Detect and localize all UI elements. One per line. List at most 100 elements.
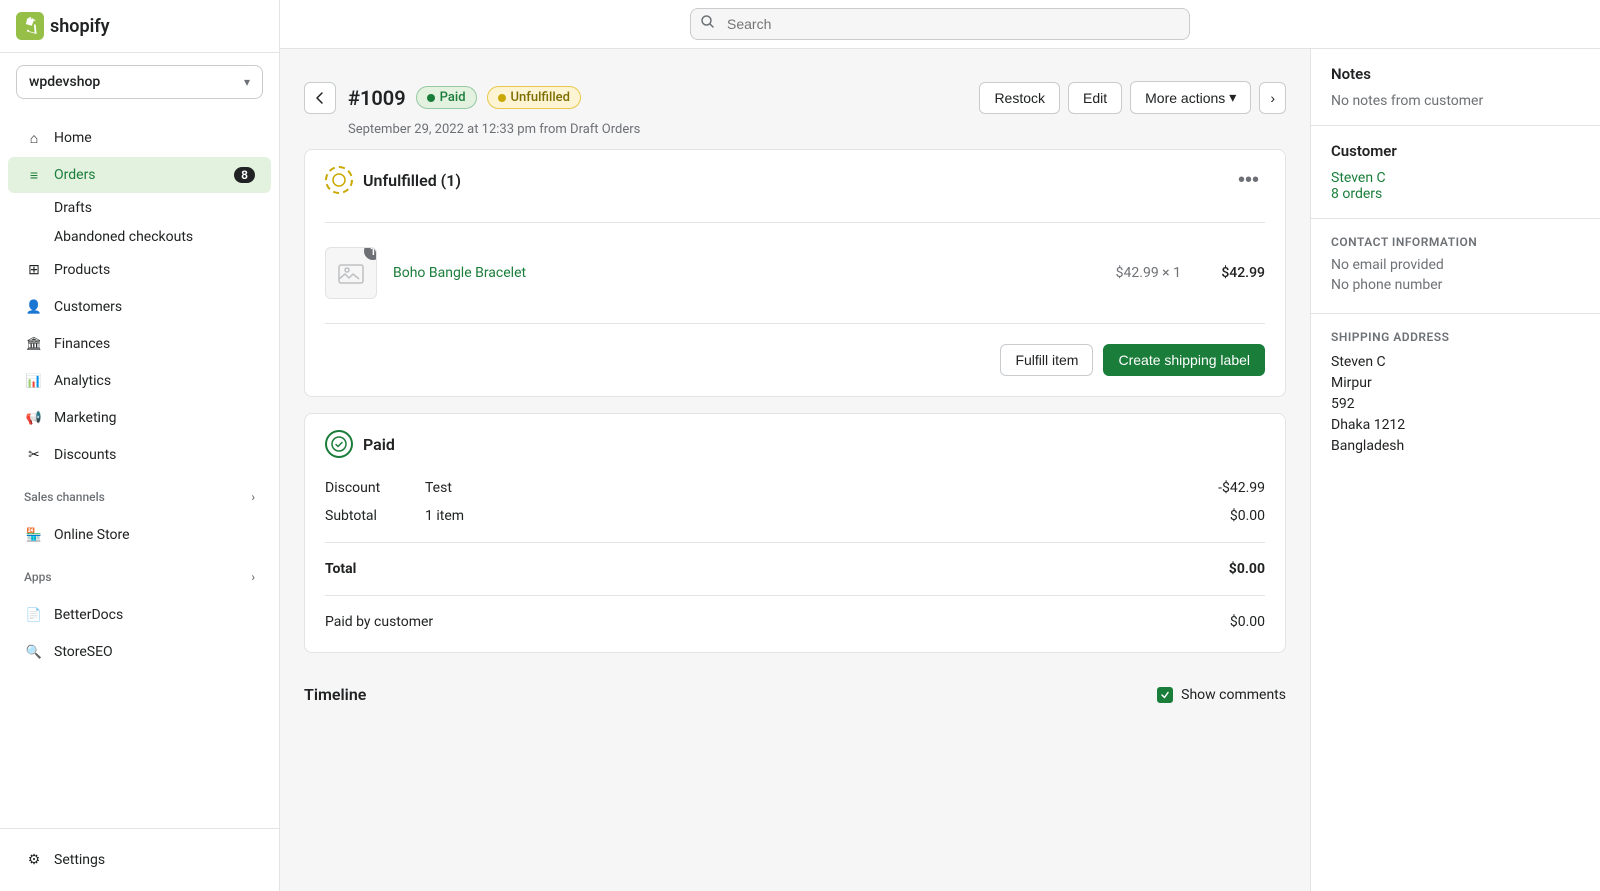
sidebar-item-label-online-store: Online Store — [54, 527, 255, 543]
show-comments-checkbox[interactable] — [1157, 687, 1173, 703]
unfulfilled-badge-label: Unfulfilled — [511, 90, 570, 105]
customer-section: Customer Steven C 8 orders — [1311, 126, 1600, 219]
payment-title-group: Paid — [325, 430, 395, 458]
paid-check-icon — [325, 430, 353, 458]
product-price-total: $42.99 — [1205, 265, 1265, 281]
store-selector[interactable]: wpdevshop ▾ — [16, 65, 263, 99]
shipping-street: Mirpur — [1331, 373, 1580, 394]
discount-row: Discount Test -$42.99 — [325, 474, 1265, 502]
sidebar-item-label-customers: Customers — [54, 299, 255, 315]
sidebar-item-orders[interactable]: Orders 8 — [8, 157, 271, 193]
sidebar-item-finances[interactable]: Finances — [8, 326, 271, 362]
more-actions-chevron-icon: ▾ — [1229, 89, 1236, 106]
divider-2 — [325, 323, 1265, 324]
subtotal-row: Subtotal 1 item $0.00 — [325, 502, 1265, 530]
more-actions-label: More actions — [1145, 90, 1225, 106]
shopify-logo-icon — [16, 12, 44, 40]
shipping-address-block: Steven C Mirpur 592 Dhaka 1212 Banglades… — [1331, 352, 1580, 457]
sidebar-item-home[interactable]: Home — [8, 120, 271, 156]
sales-channels-expand-icon[interactable]: › — [251, 490, 255, 504]
fulfillment-action-row: Fulfill item Create shipping label — [325, 336, 1265, 380]
total-amount: $0.00 — [1185, 561, 1265, 577]
sidebar-item-online-store[interactable]: Online Store — [8, 517, 271, 553]
shipping-country: Bangladesh — [1331, 436, 1580, 457]
discount-desc: Test — [425, 480, 1185, 496]
sidebar-item-customers[interactable]: Customers — [8, 289, 271, 325]
timeline-title: Timeline — [304, 685, 366, 704]
search-bar-container — [690, 8, 1190, 40]
timeline-controls: Show comments — [1157, 687, 1286, 703]
sidebar-item-abandoned-checkouts[interactable]: Abandoned checkouts — [8, 223, 271, 251]
sidebar-item-label-home: Home — [54, 130, 255, 146]
notes-title: Notes — [1331, 65, 1580, 83]
sales-channels-label: Sales channels — [24, 490, 105, 504]
back-button[interactable] — [304, 82, 336, 114]
customer-orders-link[interactable]: 8 orders — [1331, 186, 1580, 202]
sidebar-item-drafts[interactable]: Drafts — [8, 194, 271, 222]
paid-badge-dot — [427, 94, 435, 102]
contact-phone: No phone number — [1331, 277, 1580, 293]
subtotal-label: Subtotal — [325, 508, 425, 524]
shipping-section: SHIPPING ADDRESS Steven C Mirpur 592 Dha… — [1311, 314, 1600, 473]
payment-card-title: Paid — [363, 435, 395, 454]
total-label: Total — [325, 561, 425, 577]
fulfill-item-button[interactable]: Fulfill item — [1000, 344, 1093, 376]
contact-section: CONTACT INFORMATION No email provided No… — [1311, 219, 1600, 314]
payment-card-header: Paid — [305, 414, 1285, 474]
customer-name-link[interactable]: Steven C — [1331, 170, 1580, 186]
fulfillment-card-body: 1 Boho Bangle Bracelet $42.99 × 1 $42.99 — [305, 222, 1285, 396]
restock-button[interactable]: Restock — [979, 82, 1060, 114]
marketing-icon — [24, 408, 44, 428]
discount-amount: -$42.99 — [1185, 480, 1265, 496]
paid-badge: Paid — [416, 86, 477, 109]
contact-info-title: CONTACT INFORMATION — [1331, 235, 1580, 249]
analytics-icon — [24, 371, 44, 391]
sidebar-item-products[interactable]: Products — [8, 252, 271, 288]
sidebar-item-storeseo[interactable]: StoreSEO — [8, 634, 271, 670]
product-price-group: $42.99 × 1 $42.99 — [1116, 265, 1265, 281]
storeseo-icon — [24, 642, 44, 662]
sidebar-item-label-analytics: Analytics — [54, 373, 255, 389]
apps-expand-icon[interactable]: › — [251, 570, 255, 584]
sidebar-item-label-marketing: Marketing — [54, 410, 255, 426]
sidebar-item-label-betterdocs: BetterDocs — [54, 607, 255, 623]
top-bar — [280, 0, 1600, 49]
sidebar-item-marketing[interactable]: Marketing — [8, 400, 271, 436]
payment-divider-2 — [325, 595, 1265, 596]
product-info: Boho Bangle Bracelet — [393, 265, 1100, 281]
sidebar-item-discounts[interactable]: Discounts — [8, 437, 271, 473]
discounts-icon — [24, 445, 44, 465]
store-selector-chevron-icon: ▾ — [244, 75, 250, 89]
right-panel-scroll: Notes No notes from customer Customer St… — [1311, 49, 1600, 891]
sidebar-item-betterdocs[interactable]: BetterDocs — [8, 597, 271, 633]
notes-empty-text: No notes from customer — [1331, 93, 1580, 109]
shopify-wordmark: shopify — [50, 16, 110, 37]
sidebar-item-label-finances: Finances — [54, 336, 255, 352]
sidebar: shopify wpdevshop ▾ Home Orders 8 Drafts… — [0, 0, 280, 891]
sidebar-footer: Settings — [0, 828, 279, 891]
divider-1 — [325, 222, 1265, 223]
orders-icon — [24, 165, 44, 185]
paid-badge-label: Paid — [440, 90, 466, 105]
product-name-link[interactable]: Boho Bangle Bracelet — [393, 265, 526, 281]
fulfillment-card-more-button[interactable]: ••• — [1232, 167, 1265, 194]
sidebar-item-analytics[interactable]: Analytics — [8, 363, 271, 399]
orders-badge: 8 — [234, 167, 255, 183]
sales-channels-nav: Online Store — [0, 508, 279, 562]
apps-section-header: Apps › — [0, 562, 279, 588]
fulfillment-card: Unfulfilled (1) ••• 1 Boho Bangle — [304, 149, 1286, 397]
sidebar-item-settings[interactable]: Settings — [8, 842, 271, 878]
edit-button[interactable]: Edit — [1068, 82, 1122, 114]
search-input[interactable] — [690, 8, 1190, 40]
more-actions-button[interactable]: More actions ▾ — [1130, 81, 1251, 114]
finances-icon — [24, 334, 44, 354]
subtotal-amount: $0.00 — [1185, 508, 1265, 524]
sales-channels-section-header: Sales channels › — [0, 482, 279, 508]
apps-nav: BetterDocs StoreSEO — [0, 588, 279, 679]
collapse-button[interactable]: › — [1259, 82, 1286, 114]
page-header: #1009 Paid Unfulfilled Restock Edit — [304, 65, 1286, 122]
paid-by-row: Paid by customer $0.00 — [325, 608, 1265, 636]
contact-email: No email provided — [1331, 257, 1580, 273]
create-shipping-label-button[interactable]: Create shipping label — [1103, 344, 1265, 376]
store-name-label: wpdevshop — [29, 74, 100, 90]
